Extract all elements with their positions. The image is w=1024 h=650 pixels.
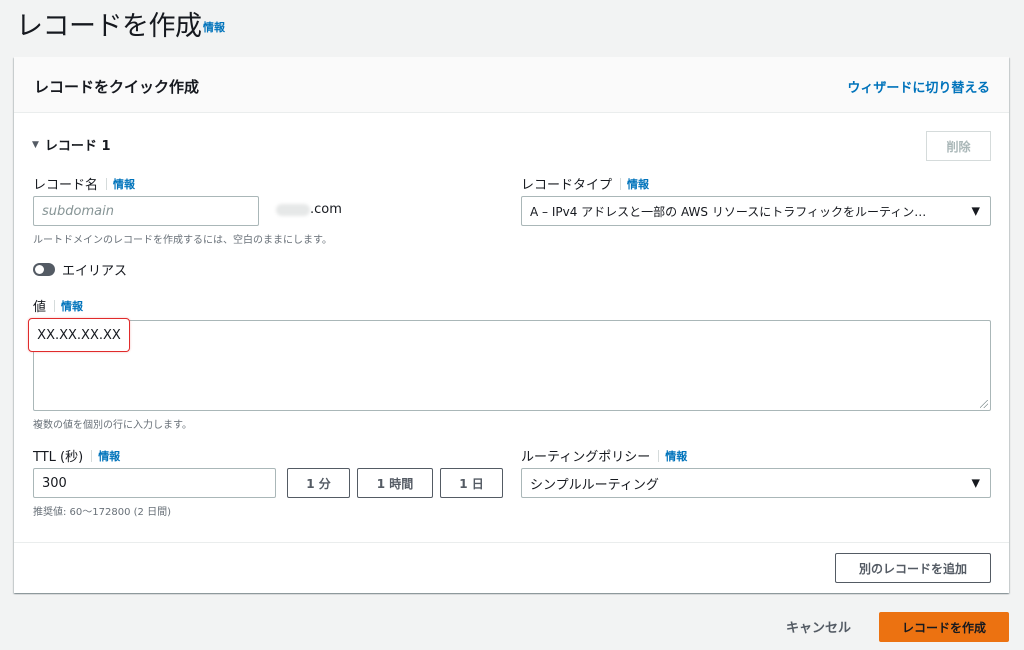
routing-policy-selected: シンプルルーティング (530, 477, 659, 493)
alias-toggle[interactable] (33, 263, 55, 276)
ttl-1-hour-button[interactable]: 1 時間 (357, 468, 433, 498)
resize-grip-icon[interactable] (980, 400, 988, 408)
caret-down-icon: ▼ (32, 139, 39, 150)
domain-redacted (276, 203, 310, 216)
value-textarea[interactable] (33, 320, 991, 411)
dropdown-arrow-icon: ▼ (971, 204, 980, 218)
ttl-info-link[interactable]: 情報 (98, 448, 120, 464)
domain-suffix-text: .com (310, 202, 342, 217)
routing-policy-info-link[interactable]: 情報 (665, 448, 687, 464)
value-label: 値 (33, 300, 47, 315)
record-type-selected: A – IPv4 アドレスと一部の AWS リソースにトラフィックをルーティン… (530, 204, 927, 219)
switch-to-wizard-link[interactable]: ウィザードに切り替える (847, 77, 990, 96)
record-type-select[interactable]: A – IPv4 アドレスと一部の AWS リソースにトラフィックをルーティン…… (521, 196, 991, 226)
page-title: レコードを作成 (16, 11, 202, 42)
domain-suffix: .com (276, 202, 342, 217)
dropdown-arrow-icon: ▼ (971, 476, 980, 490)
record-name-label-row: レコード名 情報 (33, 174, 135, 193)
ttl-input[interactable]: 300 (33, 468, 276, 498)
ttl-hint: 推奨値: 60〜172800 (2 日間) (33, 507, 171, 518)
value-highlighted-text: XX.XX.XX.XX (28, 318, 130, 352)
record-name-hint: ルートドメインのレコードを作成するには、空白のままにします。 (33, 235, 332, 246)
create-record-button[interactable]: レコードを作成 (879, 612, 1009, 642)
ttl-1-minute-button[interactable]: 1 分 (287, 468, 350, 498)
value-info-link[interactable]: 情報 (61, 298, 83, 314)
routing-policy-label-row: ルーティングポリシー 情報 (521, 446, 687, 465)
ttl-label: TTL (秒) (33, 450, 84, 465)
quick-create-panel: レコードをクイック作成 ウィザードに切り替える ▼ レコード 1 削除 レコード… (14, 57, 1009, 593)
ttl-1-day-button[interactable]: 1 日 (440, 468, 503, 498)
record-type-info-link[interactable]: 情報 (627, 176, 649, 192)
alias-label: エイリアス (62, 264, 128, 279)
record-section-toggle[interactable]: ▼ レコード 1 (32, 135, 111, 154)
record-section-label: レコード 1 (44, 139, 111, 154)
panel-header: レコードをクイック作成 ウィザードに切り替える (14, 57, 1009, 113)
record-name-label: レコード名 (33, 178, 99, 193)
panel-divider (14, 542, 1009, 543)
record-name-input[interactable]: subdomain (33, 196, 259, 226)
record-name-info-link[interactable]: 情報 (113, 176, 135, 192)
ttl-label-row: TTL (秒) 情報 (33, 446, 120, 465)
add-another-record-button[interactable]: 別のレコードを追加 (835, 553, 991, 583)
panel-title: レコードをクイック作成 (34, 78, 200, 96)
routing-policy-select[interactable]: シンプルルーティング ▼ (521, 468, 991, 498)
delete-record-button[interactable]: 削除 (926, 131, 991, 161)
page-info-link[interactable]: 情報 (203, 19, 225, 35)
routing-policy-label: ルーティングポリシー (521, 450, 651, 465)
record-type-label-row: レコードタイプ 情報 (521, 174, 649, 193)
record-type-label: レコードタイプ (521, 178, 613, 193)
cancel-button[interactable]: キャンセル (786, 617, 851, 636)
value-hint: 複数の値を個別の行に入力します。 (33, 420, 192, 431)
value-label-row: 値 情報 (33, 296, 83, 315)
